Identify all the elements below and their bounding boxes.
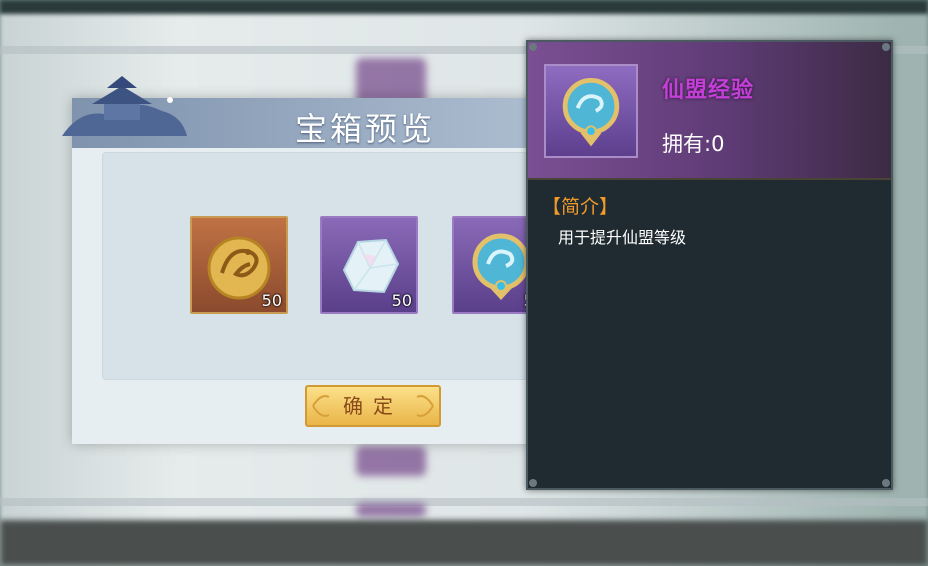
background-card <box>356 446 426 476</box>
item-tooltip: 仙盟经验 拥有:0 【简介】 用于提升仙盟等级 <box>526 40 893 490</box>
corner-rivet <box>882 479 890 487</box>
ornament-right-icon <box>416 395 434 417</box>
confirm-label: 确定 <box>343 394 403 418</box>
background-footer <box>0 520 928 566</box>
palace-icon <box>62 76 187 136</box>
background-stripe <box>0 498 928 506</box>
tooltip-owned-count: 拥有:0 <box>662 128 724 158</box>
tooltip-header: 仙盟经验 拥有:0 <box>528 42 891 178</box>
tooltip-item-name: 仙盟经验 <box>662 77 755 103</box>
alliance-exp-orb-icon <box>562 77 620 147</box>
tooltip-intro-heading: 【简介】 <box>542 196 619 218</box>
corner-rivet <box>529 479 537 487</box>
ornament-left-icon <box>312 395 330 417</box>
tooltip-description: 用于提升仙盟等级 <box>558 228 687 247</box>
reward-slot-crystal[interactable]: 50 <box>320 216 418 314</box>
reward-slot-dragon-token[interactable]: 50 <box>190 216 288 314</box>
corner-rivet <box>529 43 537 51</box>
owned-label: 拥有: <box>662 132 712 156</box>
tooltip-divider <box>528 178 891 180</box>
confirm-button[interactable]: 确定 <box>305 385 441 427</box>
tooltip-item-frame <box>544 64 638 158</box>
item-quantity: 50 <box>261 291 282 310</box>
background-card <box>356 503 426 517</box>
corner-rivet <box>882 43 890 51</box>
dialog-title: 宝箱预览 <box>294 110 435 148</box>
owned-value: 0 <box>711 132 725 156</box>
item-quantity: 50 <box>391 291 412 310</box>
